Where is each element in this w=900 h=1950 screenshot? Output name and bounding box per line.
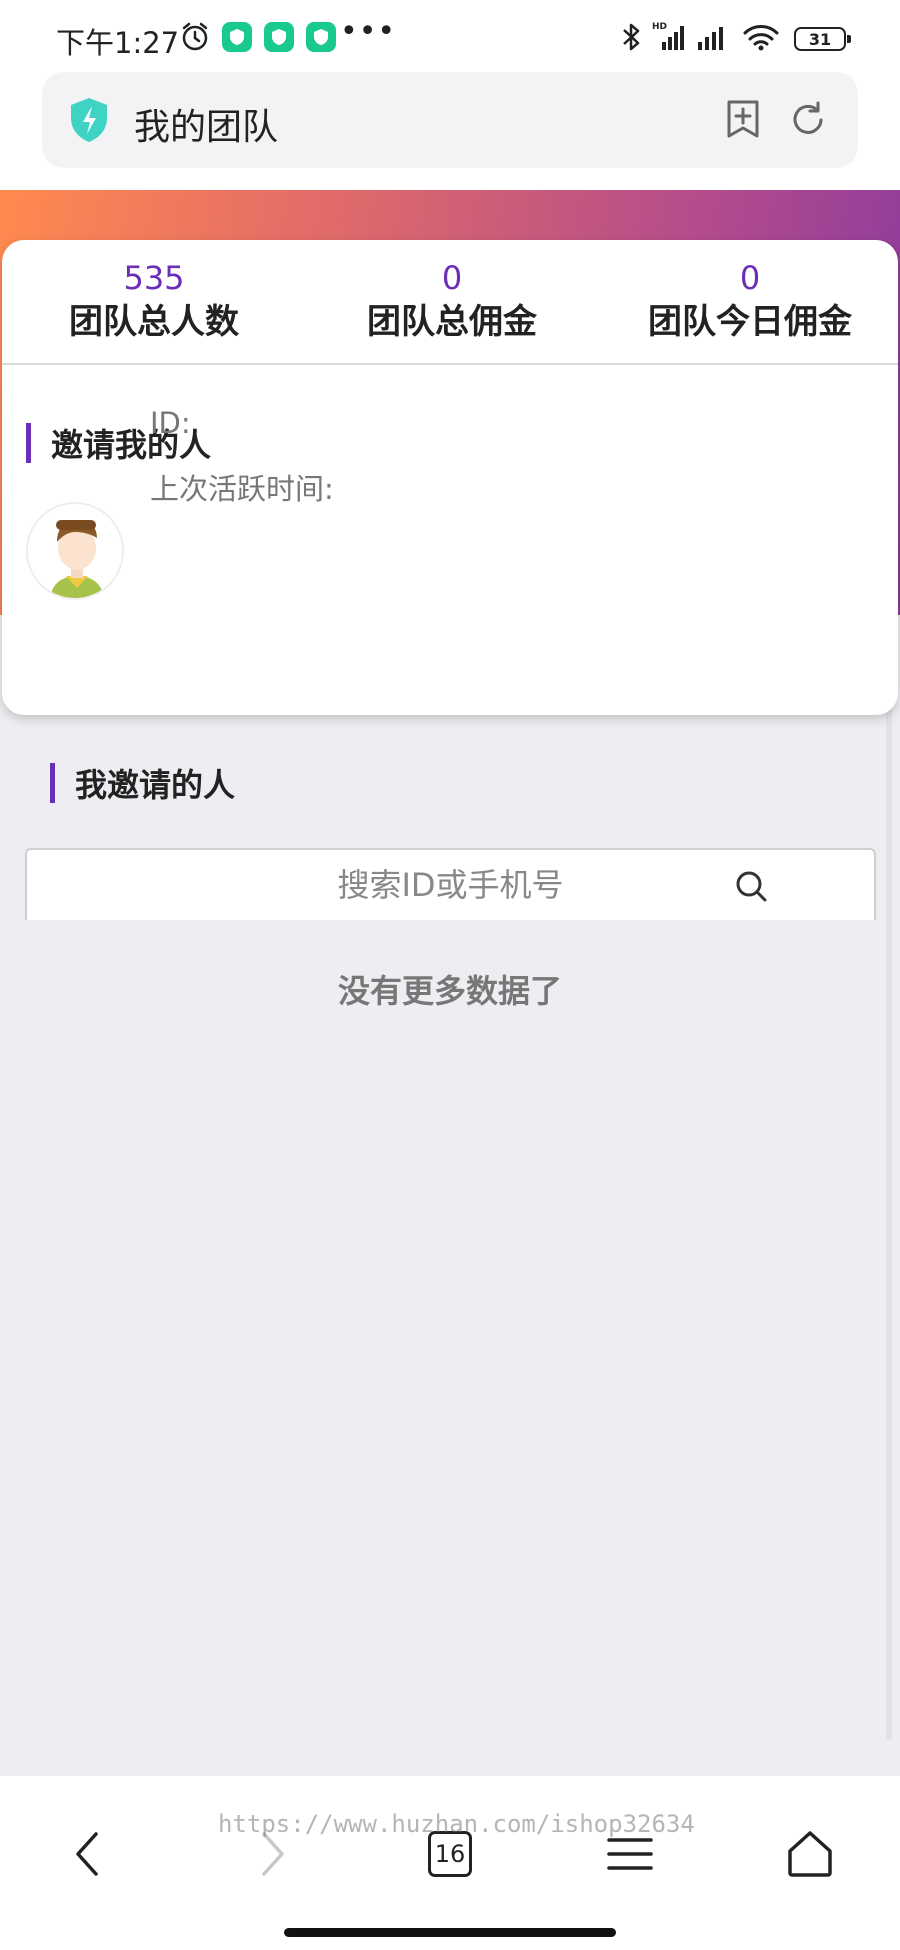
app-notification-icon [222,22,252,52]
menu-icon [607,1838,653,1870]
section-accent-bar [26,423,31,463]
watermark: https://www.huzhan.com/ishop32634 [218,1810,695,1838]
add-bookmark-icon[interactable] [724,98,762,144]
stat-label: 团队总人数 [69,302,239,342]
section-title: 我邀请的人 [75,766,236,804]
empty-state-message: 没有更多数据了 [337,972,562,1010]
stat-label: 团队今日佣金 [648,302,852,342]
browser-toolbar: 我的团队 [0,72,900,190]
stat-value: 0 [441,259,463,297]
team-stats: 535 团队总人数 0 团队总佣金 0 团队今日佣金 [2,240,898,365]
stat-value: 0 [739,259,761,297]
alarm-icon [180,22,210,56]
page-title: 我的团队 [134,107,279,148]
inviter-id: ID: [150,406,191,440]
address-bar[interactable]: 我的团队 [42,72,858,168]
search-icon[interactable] [735,870,769,908]
status-time: 下午1:27 [56,26,180,60]
stat-total-members[interactable]: 535 团队总人数 [4,258,304,346]
signal-icon [696,22,730,56]
avatar[interactable] [26,502,124,600]
bluetooth-icon [620,22,642,56]
inviter-last-active: 上次活跃时间: [150,472,334,506]
home-icon [788,1831,832,1877]
svg-text:HD: HD [652,22,667,32]
app-notification-icon [264,22,294,52]
more-notifications-icon: ••• [340,14,397,49]
stat-label: 团队总佣金 [367,302,537,342]
invited-section-header: 我邀请的人 [50,760,235,806]
status-bar: 下午1:27 ••• HD 31 [0,0,900,72]
search-bar [25,848,876,920]
home-indicator[interactable] [284,1928,616,1937]
app-notification-icon [306,22,336,52]
team-summary-card: 535 团队总人数 0 团队总佣金 0 团队今日佣金 邀请我的人 ID: 上次活… [2,240,898,715]
shield-icon [68,96,110,148]
back-arrow-icon [76,1832,98,1876]
back-button[interactable] [48,1814,128,1894]
battery-indicator: 31 [794,27,851,51]
reload-icon[interactable] [788,98,828,144]
wifi-icon [742,22,780,56]
section-accent-bar [50,763,55,803]
stat-value: 535 [123,259,185,297]
home-button[interactable] [770,1814,850,1894]
stat-total-commission[interactable]: 0 团队总佣金 [302,258,602,346]
hd-signal-icon: HD [652,20,688,56]
stat-today-commission[interactable]: 0 团队今日佣金 [600,258,900,346]
browser-bottom-nav: 16 [0,1776,900,1950]
